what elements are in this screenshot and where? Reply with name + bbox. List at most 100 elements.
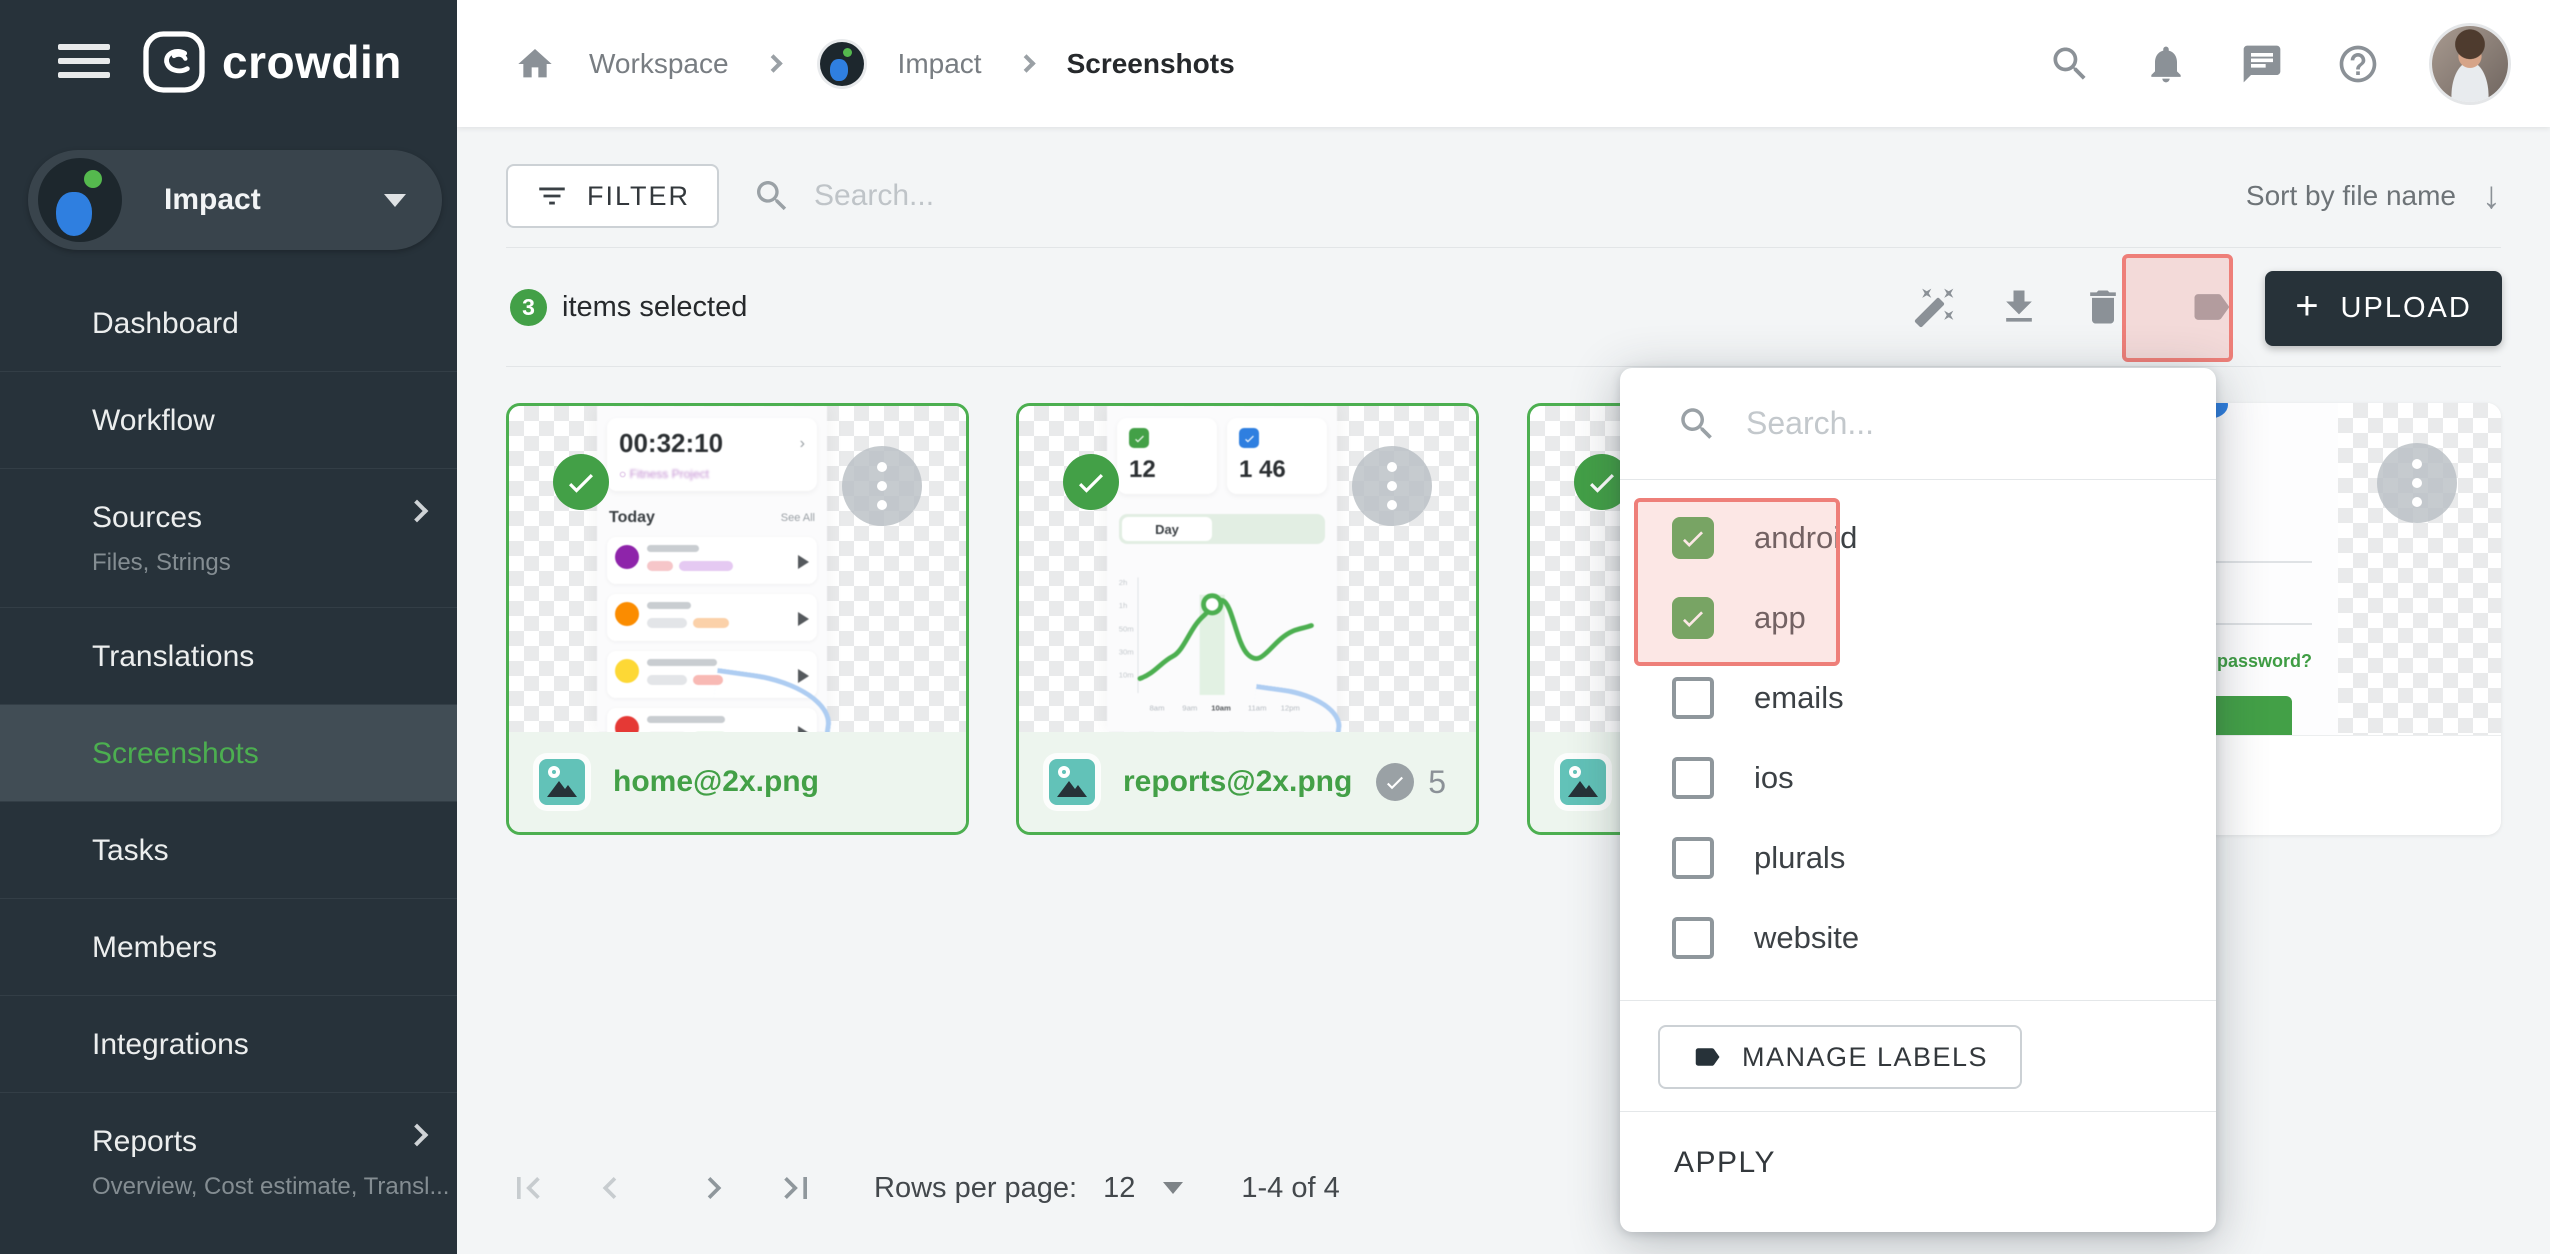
sidebar-item-members[interactable]: Members [0, 898, 457, 995]
tags-count-badge: 5 [1376, 763, 1446, 801]
delete-trash-icon[interactable] [2081, 285, 2125, 329]
auto-tag-wand-icon[interactable] [1913, 285, 1957, 329]
sidebar-item-sources[interactable]: Sources Files, Strings [0, 468, 457, 607]
divider [506, 366, 2501, 367]
plus-icon: + [2295, 284, 2320, 329]
checkbox-checked-icon[interactable] [1672, 517, 1714, 559]
file-name[interactable]: reports@2x.png [1123, 765, 1352, 799]
breadcrumb-project-avatar [820, 42, 864, 86]
sidebar-item-workflow[interactable]: Workflow [0, 371, 457, 468]
screenshot-card-home[interactable]: 00:32:10 › ○ Fitness Project Today See A… [506, 403, 969, 835]
svg-text:10m: 10m [1119, 671, 1134, 680]
sidebar-nav: Dashboard Workflow Sources Files, String… [0, 275, 457, 1231]
checkbox-checked-icon[interactable] [1672, 597, 1714, 639]
checkbox-unchecked-icon[interactable] [1672, 917, 1714, 959]
label-option-emails[interactable]: emails [1620, 658, 2216, 738]
search-icon[interactable] [2048, 42, 2092, 86]
check-badge-icon [1376, 763, 1414, 801]
pagination: Rows per page: 12 1-4 of 4 [506, 1166, 1340, 1210]
label-option-plurals[interactable]: plurals [1620, 818, 2216, 898]
selected-check-icon[interactable] [1063, 454, 1119, 510]
image-file-icon [539, 759, 585, 805]
divider [506, 247, 2501, 248]
home-icon[interactable] [515, 44, 555, 84]
project-avatar [38, 158, 122, 242]
card-menu-button[interactable] [1352, 446, 1432, 526]
search-icon [752, 176, 792, 216]
sidebar-item-reports[interactable]: Reports Overview, Cost estimate, Transl.… [0, 1092, 457, 1231]
divider [1620, 1111, 2216, 1112]
apply-button[interactable]: APPLY [1674, 1146, 1776, 1180]
header-actions [2048, 26, 2550, 102]
svg-text:50m: 50m [1119, 624, 1134, 633]
sidebar: crowdin Impact Dashboard Workflow Source… [0, 0, 457, 1254]
labels-search [1620, 368, 2216, 480]
pagination-range: 1-4 of 4 [1241, 1172, 1339, 1205]
sort-direction-arrow-icon[interactable]: ↓ [2482, 177, 2501, 215]
previous-page-icon[interactable] [588, 1166, 632, 1210]
labels-search-input[interactable] [1746, 405, 2146, 442]
preview-phone-mockup: 12 1 46 Day 2h1h50m30m10m 8am9am10am11am… [1107, 406, 1337, 732]
label-option-app[interactable]: app [1620, 578, 2216, 658]
divider [1620, 1000, 2216, 1001]
sidebar-item-tasks[interactable]: Tasks [0, 801, 457, 898]
project-selector[interactable]: Impact [28, 150, 442, 250]
label-option-android[interactable]: android [1620, 498, 2216, 578]
crowdin-logo[interactable]: crowdin [142, 30, 402, 94]
logo-text: crowdin [222, 35, 402, 89]
user-avatar[interactable] [2432, 26, 2508, 102]
last-page-icon[interactable] [774, 1166, 818, 1210]
svg-text:30m: 30m [1119, 647, 1134, 656]
chevron-right-icon [764, 54, 782, 72]
card-footer: home@2x.png [509, 732, 966, 832]
notifications-bell-icon[interactable] [2144, 42, 2188, 86]
sidebar-item-sources-sublabel: Files, Strings [92, 549, 457, 577]
svg-text:2h: 2h [1119, 578, 1128, 587]
breadcrumb-project[interactable]: Impact [898, 48, 982, 80]
filter-icon [535, 179, 569, 213]
manage-labels-button[interactable]: MANAGE LABELS [1658, 1025, 2022, 1089]
upload-button[interactable]: + UPLOAD [2265, 271, 2502, 346]
crowdin-logo-icon [142, 30, 206, 94]
file-name[interactable]: home@2x.png [613, 765, 819, 799]
search-icon [1676, 403, 1718, 445]
breadcrumb-workspace[interactable]: Workspace [589, 48, 729, 80]
sidebar-item-dashboard[interactable]: Dashboard [0, 275, 457, 371]
label-tag-icon[interactable] [2189, 285, 2233, 329]
svg-text:8am: 8am [1150, 703, 1165, 712]
sidebar-item-integrations[interactable]: Integrations [0, 995, 457, 1092]
project-name: Impact [164, 183, 261, 217]
screenshot-card-reports[interactable]: 12 1 46 Day 2h1h50m30m10m 8am9am10am11am… [1016, 403, 1479, 835]
card-menu-button[interactable] [842, 446, 922, 526]
rows-per-page-value[interactable]: 12 [1103, 1172, 1135, 1205]
label-option-website[interactable]: website [1620, 898, 2216, 978]
next-page-icon[interactable] [692, 1166, 736, 1210]
hamburger-menu-icon[interactable] [58, 44, 110, 84]
first-page-icon[interactable] [506, 1166, 550, 1210]
label-tag-icon [1692, 1042, 1722, 1072]
selected-check-icon[interactable] [553, 454, 609, 510]
rows-per-page-label: Rows per page: [874, 1172, 1077, 1205]
sort-label: Sort by file name [2246, 180, 2456, 212]
breadcrumb-page: Screenshots [1067, 48, 1235, 80]
help-icon[interactable] [2336, 42, 2380, 86]
sort-control[interactable]: Sort by file name ↓ [2246, 164, 2501, 228]
card-menu-button[interactable] [2377, 443, 2457, 523]
chevron-right-icon [1017, 54, 1035, 72]
filter-button[interactable]: FILTER [506, 164, 719, 228]
search-input[interactable] [814, 179, 1574, 213]
checkbox-unchecked-icon[interactable] [1672, 837, 1714, 879]
screenshot-search [752, 164, 1652, 228]
checkbox-unchecked-icon[interactable] [1672, 677, 1714, 719]
sidebar-header: crowdin [0, 0, 457, 127]
label-option-ios[interactable]: ios [1620, 738, 2216, 818]
download-icon[interactable] [1997, 285, 2041, 329]
chevron-down-icon [384, 194, 406, 207]
image-file-icon [1560, 759, 1606, 805]
sidebar-item-screenshots[interactable]: Screenshots [0, 704, 457, 801]
breadcrumb: Workspace Impact Screenshots [457, 42, 1235, 86]
rows-per-page-caret-icon[interactable] [1163, 1182, 1183, 1194]
checkbox-unchecked-icon[interactable] [1672, 757, 1714, 799]
sidebar-item-translations[interactable]: Translations [0, 607, 457, 704]
chat-icon[interactable] [2240, 42, 2284, 86]
